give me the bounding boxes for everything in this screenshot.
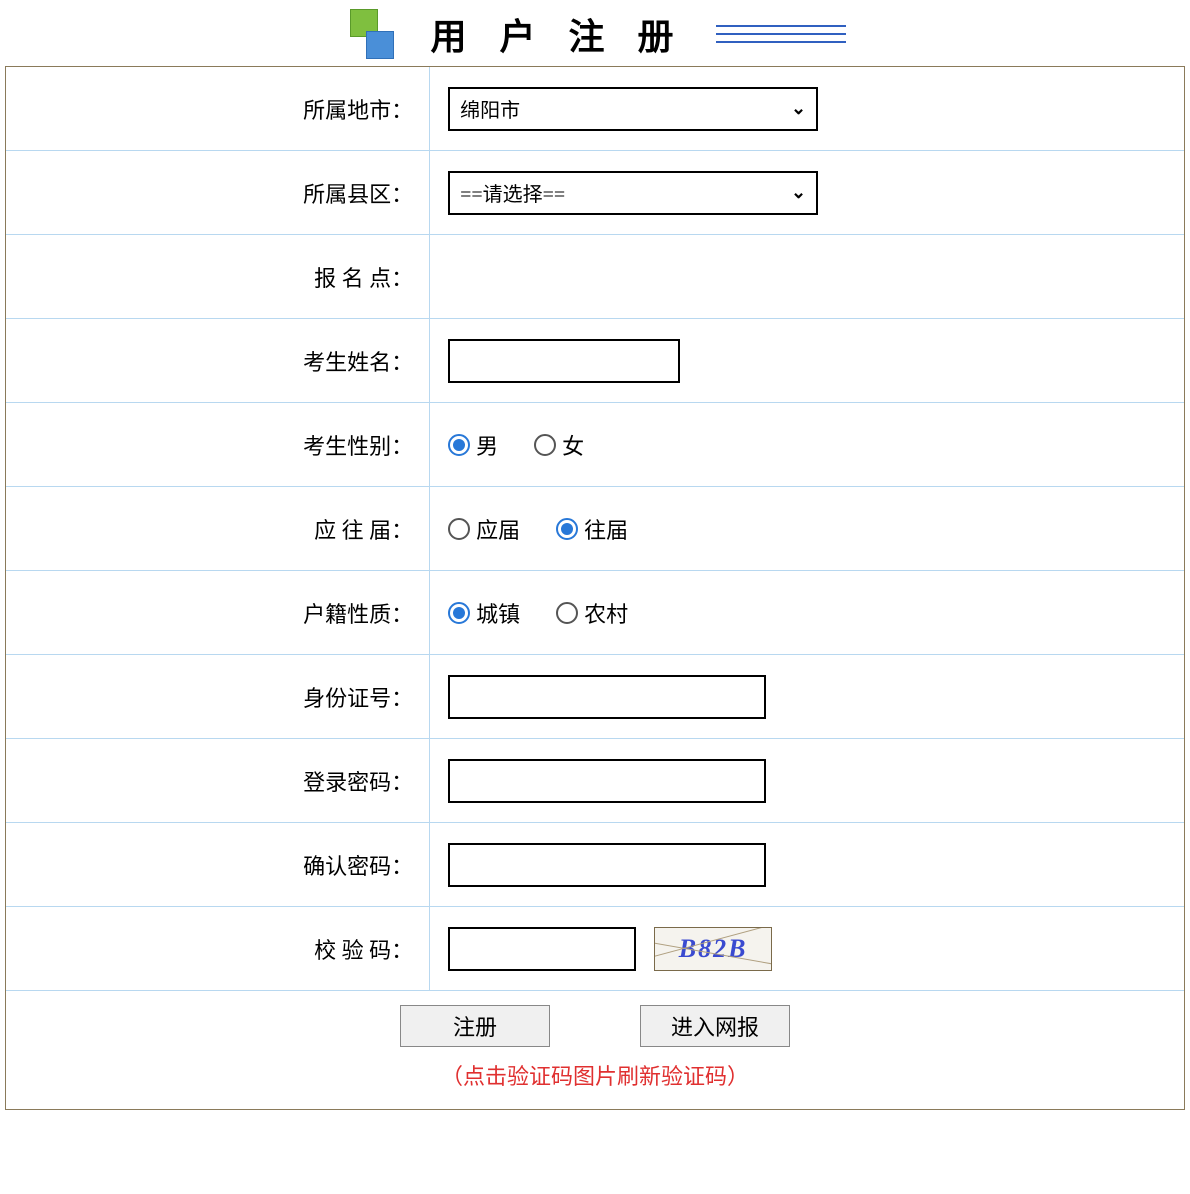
logo-icon — [344, 9, 400, 59]
gradtype-past-label: 往届 — [584, 513, 628, 545]
site-value — [430, 235, 1184, 318]
captcha-input[interactable] — [448, 927, 636, 971]
residence-rural-label: 农村 — [584, 597, 628, 629]
gender-male-label: 男 — [476, 429, 498, 461]
idnumber-input[interactable] — [448, 675, 766, 719]
district-select-value: ==请选择== — [460, 178, 565, 207]
captcha-hint: （点击验证码图片刷新验证码） — [441, 1059, 749, 1091]
password-label: 登录密码： — [6, 739, 430, 822]
confirm-password-label: 确认密码： — [6, 823, 430, 906]
confirm-password-input[interactable] — [448, 843, 766, 887]
page-title: 用 户 注 册 — [430, 8, 685, 60]
name-label: 考生姓名： — [6, 319, 430, 402]
name-input[interactable] — [448, 339, 680, 383]
residence-rural-radio[interactable] — [556, 602, 578, 624]
register-button[interactable]: 注册 — [400, 1005, 550, 1047]
district-select[interactable]: ==请选择== ⌄ — [448, 171, 818, 215]
chevron-down-icon: ⌄ — [791, 182, 806, 203]
gender-label: 考生性别： — [6, 403, 430, 486]
city-select[interactable]: 绵阳市 ⌄ — [448, 87, 818, 131]
enter-button[interactable]: 进入网报 — [640, 1005, 790, 1047]
site-label: 报 名 点： — [6, 235, 430, 318]
captcha-label: 校 验 码： — [6, 907, 430, 990]
district-label: 所属县区： — [6, 151, 430, 234]
captcha-image[interactable]: B82B — [654, 927, 772, 971]
gradtype-current-label: 应届 — [476, 513, 520, 545]
city-label: 所属地市： — [6, 67, 430, 150]
city-select-value: 绵阳市 — [460, 94, 520, 123]
residence-label: 户籍性质： — [6, 571, 430, 654]
gender-female-radio[interactable] — [534, 434, 556, 456]
page-header: 用 户 注 册 — [0, 0, 1190, 66]
idnumber-label: 身份证号： — [6, 655, 430, 738]
chevron-down-icon: ⌄ — [791, 98, 806, 119]
gender-female-label: 女 — [562, 429, 584, 461]
registration-form: 所属地市： 绵阳市 ⌄ 所属县区： ==请选择== ⌄ 报 名 点： 考生姓名：… — [5, 66, 1185, 1110]
gradtype-current-radio[interactable] — [448, 518, 470, 540]
decorative-lines — [716, 25, 846, 43]
gender-male-radio[interactable] — [448, 434, 470, 456]
residence-urban-radio[interactable] — [448, 602, 470, 624]
gradtype-label: 应 往 届： — [6, 487, 430, 570]
password-input[interactable] — [448, 759, 766, 803]
residence-urban-label: 城镇 — [476, 597, 520, 629]
gradtype-past-radio[interactable] — [556, 518, 578, 540]
